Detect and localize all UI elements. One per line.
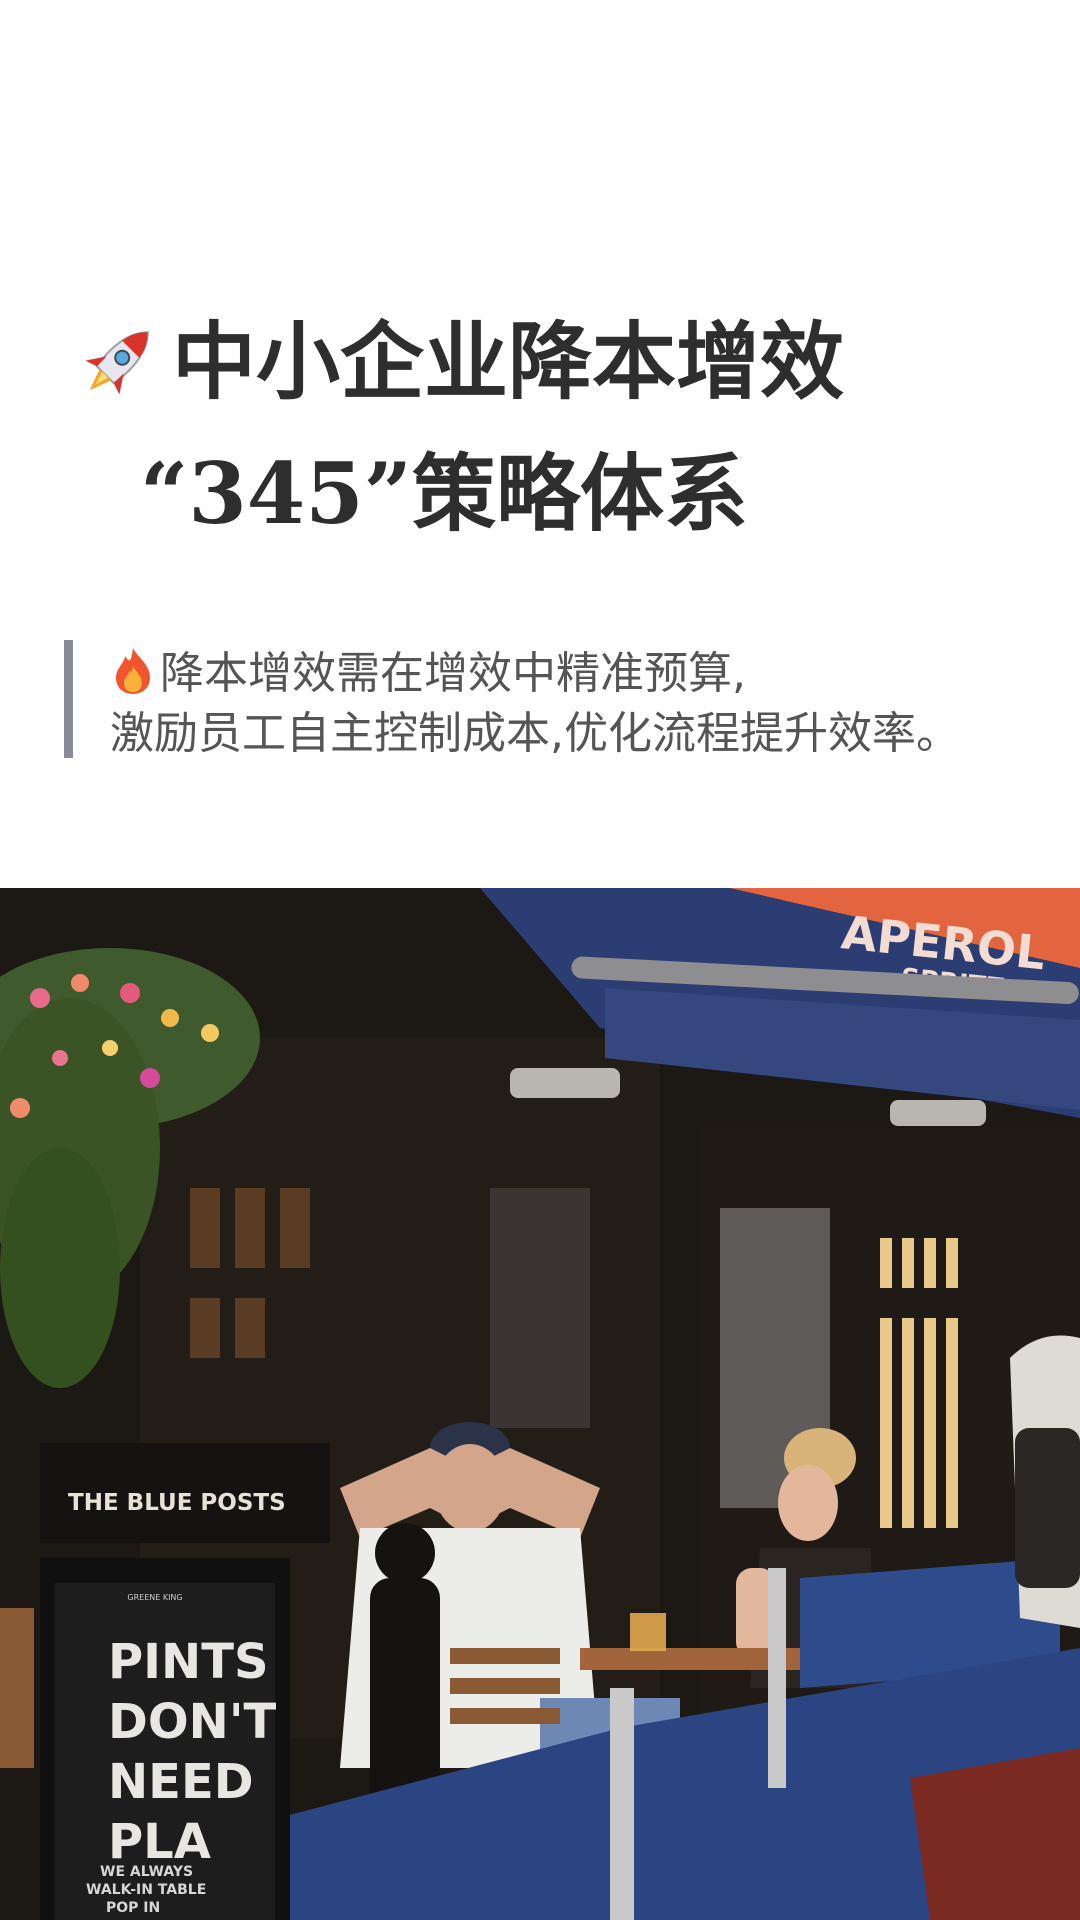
pub-sign: THE BLUE POSTS [68, 1490, 286, 1516]
quote-line-2: 激励员工自主控制成本,优化流程提升效率。 [110, 708, 960, 759]
board-line-2: DON'T [108, 1694, 277, 1750]
chalkboard: GREENE KING PINTS DON'T NEED PLA WE ALWA… [40, 1558, 290, 1920]
board-small-1: WE ALWAYS [100, 1864, 193, 1880]
page-title-line-2: “345”策略体系 [140, 444, 748, 543]
board-line-4: PLA [108, 1814, 211, 1870]
board-brand: GREENE KING [127, 1593, 182, 1602]
title-text-1: 中小企业降本增效 [172, 312, 845, 411]
board-line-3: NEED [108, 1754, 254, 1810]
board-small-2: WALK-IN TABLE [86, 1882, 206, 1898]
board-small-3: POP IN [106, 1900, 160, 1916]
street-photo: APEROL SPRITZ [0, 888, 1080, 1920]
fire-icon [110, 646, 156, 696]
page-title-line-1: 中小企业降本增效 [70, 314, 844, 410]
board-line-1: PINTS [108, 1634, 269, 1690]
page: 中小企业降本增效 “345”策略体系 降本增效需在增效中精准预算, 激励员工自主… [0, 0, 1080, 1920]
rocket-icon [70, 314, 166, 410]
quote-bar [64, 640, 73, 758]
quote-text-1: 降本增效需在增效中精准预算, [160, 648, 746, 699]
quote-line-1: 降本增效需在增效中精准预算, [110, 646, 746, 702]
